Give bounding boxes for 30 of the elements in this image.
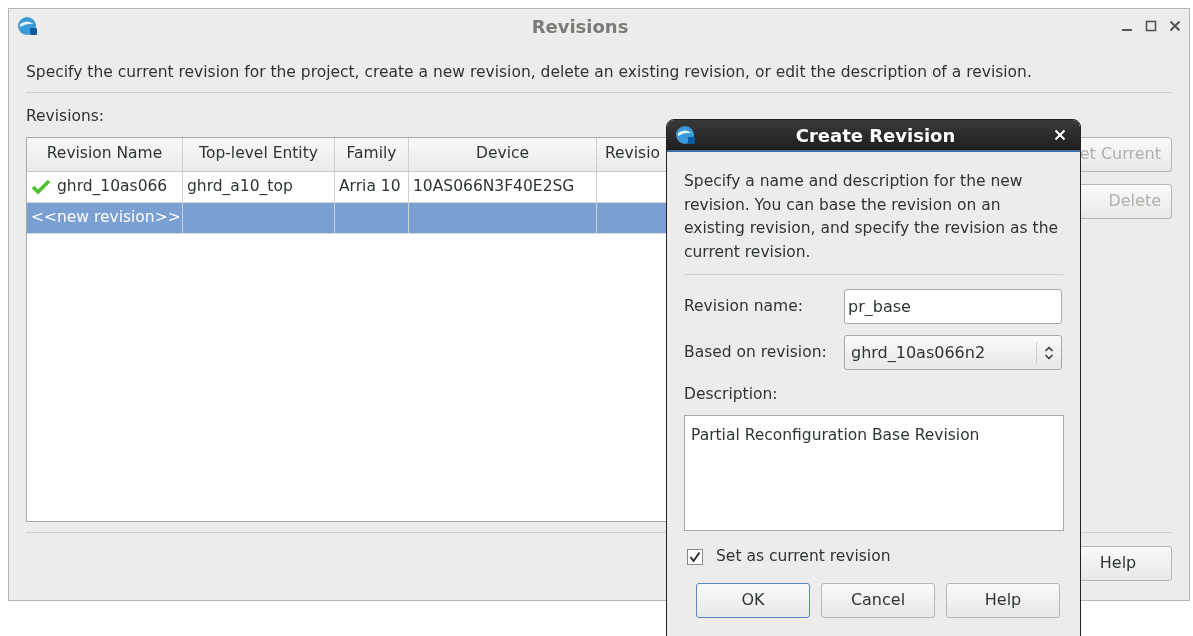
revision-dropdown[interactable]: ghrd_10as066n2 [844, 335, 1062, 370]
column-header[interactable]: Top-level Entity [183, 137, 335, 171]
close-icon[interactable] [1169, 20, 1181, 32]
app-logo-icon [17, 15, 39, 37]
checkbox-label: Set as current revision [716, 546, 891, 568]
current-revision-checkbox[interactable] [687, 548, 703, 565]
description-field[interactable]: Partial Reconfiguration Base Revision [684, 415, 1064, 532]
table-cell-text: 10AS066N3F40E2SG [413, 175, 575, 197]
revision-name-field[interactable]: pr_base [844, 289, 1062, 324]
checkmark-icon [689, 550, 701, 563]
dialog-button[interactable]: Help [946, 582, 1060, 618]
field-label: Revision name: [684, 295, 804, 317]
table-cell-text: ghrd_a10_top [187, 175, 293, 197]
window-title: Revisions [531, 15, 629, 37]
column-header[interactable]: Family [335, 137, 409, 171]
dialog-title: Create Revision [795, 124, 956, 146]
field-label: Based on revision: [684, 341, 828, 363]
app-logo-icon [675, 124, 697, 146]
table-cell-text: Arria 10 [339, 175, 401, 197]
spinner-arrows-icon [1044, 344, 1054, 361]
table-cell-text: <<new revision>> [31, 206, 181, 228]
column-header[interactable]: Device [409, 137, 597, 171]
description-label: Description: [684, 384, 779, 405]
intro-text: Specify the current revision for the project, create a new revision, delete an existing revision, or edit the description of a revision. [26, 63, 1032, 81]
maximize-icon[interactable] [1145, 20, 1157, 32]
dialog-button[interactable]: Cancel [821, 582, 935, 618]
revisions-label: Revisions: [26, 107, 105, 126]
table-cell-text: ghrd_10as066 [57, 175, 168, 197]
dialog-button[interactable]: OK [696, 582, 810, 618]
column-header[interactable]: Revision Name [27, 137, 183, 171]
